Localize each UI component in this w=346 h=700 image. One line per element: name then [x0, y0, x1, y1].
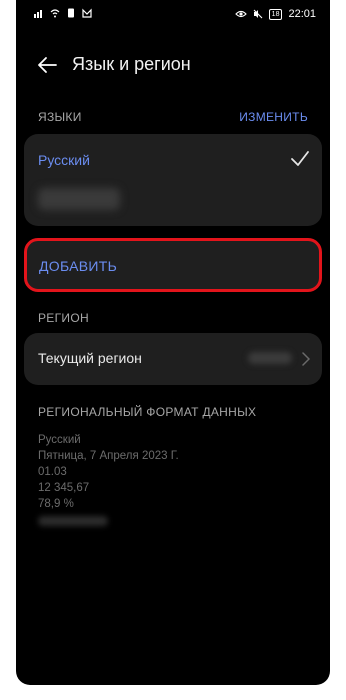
- silent-icon: [253, 9, 263, 19]
- wifi-icon: [50, 9, 60, 18]
- region-section-label: РЕГИОН: [38, 311, 89, 325]
- add-language-label: ДОБАВИТЬ: [39, 258, 118, 274]
- sim-icon: [68, 8, 74, 18]
- status-right: 18 22:01: [234, 8, 316, 20]
- format-percent: 78,9 %: [38, 498, 74, 510]
- format-date: Пятница, 7 Апреля 2023 Г.: [38, 450, 179, 462]
- add-language-button[interactable]: ДОБАВИТЬ: [24, 238, 322, 292]
- signal-icon: [34, 10, 42, 18]
- format-language: Русский: [38, 434, 81, 446]
- blurred-format-line: [38, 516, 108, 526]
- battery-icon: 18: [268, 8, 283, 20]
- blurred-region-value: [248, 352, 292, 364]
- languages-list: Русский: [24, 134, 322, 226]
- clock: 22:01: [288, 8, 316, 20]
- language-item-label: Русский: [38, 152, 90, 168]
- languages-section-label: ЯЗЫКИ: [38, 110, 82, 124]
- phone-screen: 18 22:01 Язык и регион ЯЗЫКИ ИЗМЕНИТЬ Ру…: [16, 0, 330, 685]
- header: Язык и регион: [16, 44, 330, 88]
- current-region-row[interactable]: Текущий регион: [24, 333, 322, 385]
- format-number: 12 345,67: [38, 482, 90, 494]
- current-region-label: Текущий регион: [38, 350, 142, 366]
- chevron-right-icon: [302, 352, 310, 366]
- check-icon: [291, 151, 309, 166]
- format-section-label: РЕГИОНАЛЬНЫЙ ФОРМАТ ДАННЫХ: [38, 405, 257, 419]
- page-title: Язык и регион: [72, 54, 191, 74]
- back-arrow-icon[interactable]: [36, 54, 58, 76]
- format-short-date: 01.03: [38, 466, 67, 478]
- status-bar: 18 22:01: [16, 0, 330, 28]
- gmail-icon: [82, 8, 92, 18]
- status-left: [34, 8, 92, 18]
- edit-languages-button[interactable]: ИЗМЕНИТЬ: [239, 110, 308, 124]
- eye-icon: [234, 10, 247, 18]
- blurred-language-item[interactable]: [38, 188, 120, 210]
- format-preview[interactable]: Русский Пятница, 7 Апреля 2023 Г. 01.03 …: [38, 432, 179, 526]
